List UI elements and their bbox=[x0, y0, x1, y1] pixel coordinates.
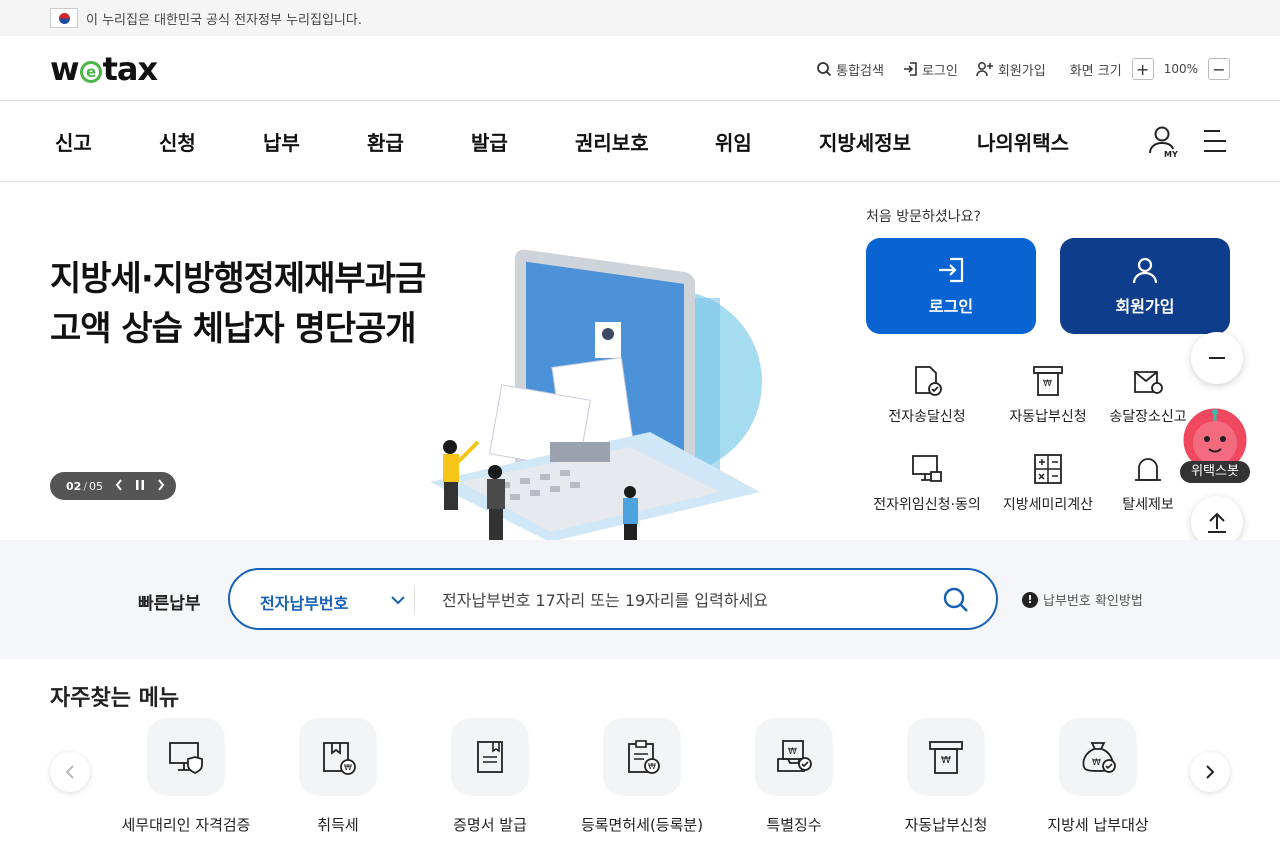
hero-title[interactable]: 지방세·지방행정제재부과금 고액 상습 체납자 명단공개 bbox=[50, 254, 426, 354]
monitor-shield-icon bbox=[169, 742, 203, 775]
search-icon[interactable] bbox=[942, 586, 970, 614]
quick-pay-label: 빠른납부 bbox=[138, 594, 201, 614]
favorite-registration-license-tax[interactable]: ₩ 등록면허세(등록분) bbox=[566, 718, 718, 835]
chevron-down-icon[interactable] bbox=[390, 592, 406, 608]
payment-number-input[interactable] bbox=[442, 584, 922, 616]
svg-text:₩: ₩ bbox=[344, 763, 352, 772]
monitor-lock-icon bbox=[912, 455, 942, 482]
my-user-icon: MY bbox=[1149, 126, 1178, 159]
chevron-left-icon bbox=[115, 478, 122, 491]
search-link[interactable]: 통합검색 bbox=[816, 60, 884, 79]
slide-controls: 02 / 05 bbox=[50, 472, 176, 500]
quick-pay-section: 빠른납부 전자납부번호 ! 납부번호 확인방법 bbox=[0, 540, 1280, 659]
chevron-right-icon bbox=[158, 478, 165, 491]
auto-pay-icon: ₩ bbox=[1033, 366, 1063, 396]
pause-icon bbox=[136, 479, 145, 490]
user-add-icon bbox=[976, 62, 993, 77]
chevron-right-icon bbox=[1206, 765, 1215, 779]
login-icon bbox=[903, 62, 917, 76]
favorite-certificate-issue[interactable]: 증명서 발급 bbox=[414, 718, 566, 835]
signup-link[interactable]: 회원가입 bbox=[976, 60, 1046, 79]
slide-total: 05 bbox=[89, 479, 104, 493]
utility-menu: 통합검색 로그인 회원가입 화면 크기 + 100% − bbox=[798, 58, 1230, 80]
nav-item-apply[interactable]: 신청 bbox=[159, 127, 196, 156]
slide-pause-button[interactable] bbox=[135, 479, 145, 494]
svg-text:₩: ₩ bbox=[941, 755, 951, 766]
quick-pay-box: 전자납부번호 bbox=[228, 568, 998, 630]
nav-item-my-wetax[interactable]: 나의위택스 bbox=[977, 127, 1069, 156]
nav-item-issue[interactable]: 발급 bbox=[471, 127, 508, 156]
user-icon bbox=[1132, 257, 1158, 284]
all-menu-button[interactable] bbox=[1202, 129, 1228, 157]
money-bag-icon: ₩ bbox=[1082, 742, 1116, 773]
quick-e-delivery[interactable]: 전자송달신청 bbox=[867, 364, 987, 426]
quick-tax-calculator[interactable]: 지방세미리계산 bbox=[988, 452, 1108, 514]
hamburger-icon bbox=[1204, 130, 1226, 152]
svg-text:₩: ₩ bbox=[1043, 379, 1052, 389]
bell-icon bbox=[1135, 458, 1161, 481]
gov-banner: 이 누리집은 대한민국 공식 전자정부 누리집입니다. bbox=[0, 0, 1280, 36]
auto-pay-icon: ₩ bbox=[929, 741, 963, 774]
nav-item-delegate[interactable]: 위임 bbox=[715, 127, 752, 156]
nav-item-report[interactable]: 신고 bbox=[55, 127, 92, 156]
favorite-special-collection[interactable]: ₩ 특별징수 bbox=[718, 718, 870, 835]
payment-number-help-link[interactable]: ! 납부번호 확인방법 bbox=[1022, 590, 1143, 609]
wetax-bot-label[interactable]: 위택스봇 bbox=[1180, 461, 1250, 483]
favorite-auto-pay[interactable]: ₩ 자동납부신청 bbox=[870, 718, 1022, 835]
clipboard-won-icon: ₩ bbox=[628, 740, 660, 774]
slide-next-button[interactable] bbox=[157, 478, 165, 494]
svg-text:₩: ₩ bbox=[648, 762, 656, 771]
hero-banner: 지방세·지방행정제재부과금 고액 상습 체납자 명단공개 02 / 05 처음 … bbox=[0, 182, 1280, 540]
favorites-next-button[interactable] bbox=[1190, 752, 1230, 792]
nav-item-refund[interactable]: 환급 bbox=[367, 127, 404, 156]
my-page-button[interactable]: MY bbox=[1148, 125, 1180, 163]
slide-prev-button[interactable] bbox=[115, 478, 123, 494]
zoom-control: 화면 크기 + 100% − bbox=[1070, 58, 1230, 80]
gov-banner-text: 이 누리집은 대한민국 공식 전자정부 누리집입니다. bbox=[86, 12, 362, 28]
first-visit-text: 처음 방문하셨나요? bbox=[866, 209, 981, 225]
svg-text:₩: ₩ bbox=[788, 747, 797, 757]
nav-item-pay[interactable]: 납부 bbox=[263, 127, 300, 156]
info-icon: ! bbox=[1022, 591, 1038, 608]
slide-current: 02 bbox=[66, 479, 82, 493]
favorite-acquisition-tax[interactable]: ₩ 취득세 bbox=[262, 718, 414, 835]
signup-big-button[interactable]: 회원가입 bbox=[1060, 238, 1230, 334]
quick-e-delegation[interactable]: 전자위임신청·동의 bbox=[867, 452, 987, 514]
location-mail-icon bbox=[1134, 371, 1163, 394]
quick-auto-pay[interactable]: ₩ 자동납부신청 bbox=[988, 364, 1108, 426]
favorite-local-tax-payable[interactable]: ₩ 지방세 납부대상 bbox=[1022, 718, 1174, 835]
favorites-prev-button[interactable] bbox=[50, 752, 90, 792]
nav-item-local-tax-info[interactable]: 지방세정보 bbox=[819, 127, 911, 156]
search-icon bbox=[817, 62, 832, 77]
login-link[interactable]: 로그인 bbox=[902, 60, 958, 79]
document-check-icon bbox=[915, 366, 942, 396]
favorite-tax-agent-verify[interactable]: 세무대리인 자격검증 bbox=[110, 718, 262, 835]
login-big-button[interactable]: 로그인 bbox=[866, 238, 1036, 334]
hero-illustration bbox=[430, 249, 762, 540]
zoom-out-float-button[interactable] bbox=[1191, 332, 1243, 384]
tray-check-icon: ₩ bbox=[777, 740, 812, 772]
login-icon bbox=[939, 257, 964, 283]
box-won-icon: ₩ bbox=[323, 742, 356, 775]
zoom-in-button[interactable]: + bbox=[1131, 58, 1154, 80]
svg-text:₩: ₩ bbox=[1092, 758, 1101, 768]
wetax-logo[interactable]: w e tax bbox=[50, 50, 158, 88]
korea-flag-icon bbox=[50, 8, 78, 28]
header: w e tax 통합검색 로그인 회원가입 화면 크기 + 100% − bbox=[0, 36, 1280, 101]
favorites-title: 자주찾는 메뉴 bbox=[50, 686, 180, 711]
nav-item-rights[interactable]: 권리보호 bbox=[575, 127, 649, 156]
zoom-value: 100% bbox=[1163, 62, 1198, 76]
main-nav: 신고 신청 납부 환급 발급 권리보호 위임 지방세정보 나의위택스 MY bbox=[0, 101, 1280, 182]
payment-type-select[interactable]: 전자납부번호 bbox=[260, 590, 348, 614]
certificate-icon bbox=[477, 741, 503, 773]
arrow-up-icon bbox=[1208, 512, 1226, 533]
chevron-left-icon bbox=[65, 765, 74, 779]
minus-icon bbox=[1209, 357, 1225, 359]
zoom-out-button[interactable]: − bbox=[1208, 58, 1230, 80]
svg-text:MY: MY bbox=[1164, 150, 1178, 159]
calculator-icon bbox=[1034, 454, 1062, 484]
